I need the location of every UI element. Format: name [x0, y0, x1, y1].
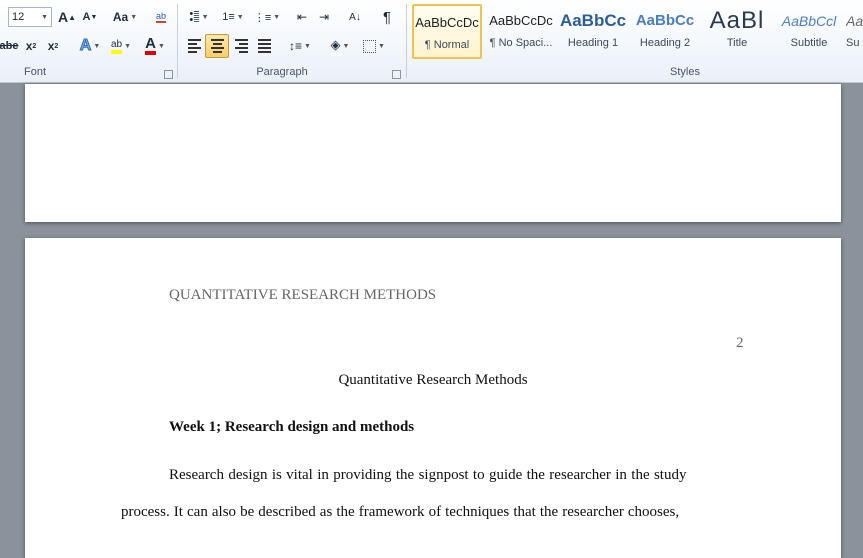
style-name: ¶ Normal [424, 39, 470, 51]
page-number: 2 [736, 335, 744, 351]
running-head: QUANTITATIVE RESEARCH METHODS [169, 287, 437, 303]
subscript-icon: x [25, 39, 33, 53]
show-formatting-marks-button[interactable]: ¶ [376, 6, 398, 28]
borders-button[interactable]: ▼ [360, 35, 388, 57]
chevron-down-icon: ▼ [378, 42, 385, 50]
justify-icon [257, 37, 271, 55]
increase-indent-icon: ⇥ [318, 10, 330, 24]
style-name: Heading 1 [567, 37, 619, 49]
page-2[interactable]: QUANTITATIVE RESEARCH METHODS 2 Quantita… [25, 238, 841, 558]
chevron-down-icon: ▼ [342, 42, 350, 50]
align-right-button[interactable] [230, 35, 252, 57]
subscript-button[interactable]: x2 [22, 35, 40, 57]
style-preview: AaBbCcl [781, 13, 837, 29]
style-name: Su [846, 37, 860, 49]
style-heading-2[interactable]: AaBbCc Heading 2 [630, 4, 700, 59]
font-size-value: 12 [12, 11, 25, 23]
shrink-font-button[interactable]: A ▼ [80, 6, 100, 28]
font-dialog-launcher[interactable] [164, 70, 173, 79]
bullets-icon: •≡ •≡ [189, 8, 200, 26]
line-spacing-button[interactable]: ↕≡ ▼ [286, 35, 314, 57]
paragraph-group-label: Paragraph [256, 66, 308, 78]
document-title: Quantitative Research Methods [338, 372, 528, 388]
style-name: ¶ No Spaci... [489, 37, 553, 49]
font-color-icon: A [145, 36, 156, 55]
strikethrough-button[interactable]: abe [0, 35, 18, 57]
shrink-font-icon: A [82, 11, 91, 23]
increase-indent-button[interactable]: ⇥ [314, 6, 334, 28]
chevron-down-icon: ▼ [41, 13, 48, 21]
font-size-combo[interactable]: 12 ▼ [8, 7, 52, 27]
style-normal[interactable]: AaBbCcDc ¶ Normal [412, 4, 482, 59]
style-preview: Aa [846, 13, 863, 29]
align-left-icon [187, 37, 201, 55]
numbering-button[interactable]: 1≡ ▼ [218, 6, 248, 28]
style-subtitle[interactable]: AaBbCcl Subtitle [774, 4, 844, 59]
paragraph-dialog-launcher[interactable] [392, 70, 401, 79]
clear-formatting-button[interactable]: ab [150, 6, 172, 28]
chevron-down-icon: ▼ [124, 42, 132, 50]
highlight-button[interactable]: ab ▼ [106, 35, 136, 57]
style-subtle-emphasis[interactable]: Aa Su [846, 4, 863, 59]
style-preview: AaBbCc [559, 11, 627, 30]
style-name: Title [726, 37, 748, 49]
style-name: Heading 2 [639, 37, 691, 49]
text-effects-icon: A [79, 37, 92, 55]
body-line-2: process. It can also be described as the… [121, 504, 680, 520]
change-case-icon: Aa [112, 10, 129, 24]
style-preview: AaBbCcDc [415, 15, 479, 30]
style-title[interactable]: AaBl Title [702, 4, 772, 59]
chevron-down-icon: ▼ [201, 13, 209, 21]
borders-icon [363, 39, 377, 53]
multilevel-list-button[interactable]: ⋮≡ ▼ [252, 6, 282, 28]
strikethrough-icon: abe [0, 40, 19, 52]
superscript-button[interactable]: x2 [44, 35, 62, 57]
align-center-button[interactable] [205, 34, 229, 58]
styles-gallery: AaBbCcDc ¶ Normal AaBbCcDc ¶ No Spaci...… [410, 2, 863, 64]
group-divider [406, 4, 407, 78]
justify-button[interactable] [253, 35, 275, 57]
chevron-down-icon: ▼ [273, 13, 281, 21]
chevron-down-icon: ▼ [157, 42, 165, 50]
superscript-icon: x [47, 39, 55, 53]
style-preview: AaBbCcDc [489, 13, 553, 28]
style-no-spacing[interactable]: AaBbCcDc ¶ No Spaci... [486, 4, 556, 59]
body-line-1: Research design is vital in providing th… [169, 467, 687, 483]
text-effects-button[interactable]: A ▼ [76, 35, 104, 57]
clear-formatting-icon: ab [155, 11, 166, 23]
decrease-indent-button[interactable]: ⇤ [292, 6, 312, 28]
shading-button[interactable]: ◈ ▼ [326, 35, 354, 57]
chevron-down-icon: ▼ [130, 13, 138, 21]
sort-icon: A↓ [349, 11, 361, 23]
align-center-icon [210, 37, 224, 55]
chevron-down-icon: ▼ [93, 42, 101, 50]
font-color-button[interactable]: A ▼ [140, 35, 170, 57]
section-heading: Week 1; Research design and methods [169, 419, 415, 435]
styles-group-label: Styles [670, 66, 700, 78]
grow-font-icon: A [57, 9, 69, 25]
pilcrow-icon: ¶ [382, 8, 392, 26]
align-left-button[interactable] [183, 35, 205, 57]
style-heading-1[interactable]: AaBbCc Heading 1 [558, 4, 628, 59]
style-preview: AaBl [709, 7, 765, 34]
grow-font-button[interactable]: A ▲ [56, 6, 78, 28]
change-case-button[interactable]: Aa ▼ [110, 6, 140, 28]
numbering-icon: 1≡ [222, 11, 235, 23]
bullets-button[interactable]: •≡ •≡ ▼ [184, 6, 214, 28]
multilevel-list-icon: ⋮≡ [253, 11, 272, 24]
page-1-bottom[interactable] [25, 84, 841, 222]
decrease-indent-icon: ⇤ [296, 10, 308, 24]
group-divider [177, 4, 178, 78]
paint-bucket-icon: ◈ [330, 37, 341, 56]
ribbon: 12 ▼ A ▲ A ▼ Aa ▼ ab abe x2 x2 A ▼ ab ▼ A ▼ Fo… [0, 0, 863, 83]
font-group-label: Font [23, 66, 46, 78]
sort-button[interactable]: A↓ [344, 6, 366, 28]
style-name: Subtitle [790, 37, 828, 49]
line-spacing-icon: ↕≡ [289, 39, 303, 53]
style-preview: AaBbCc [635, 12, 695, 29]
chevron-down-icon: ▼ [236, 13, 244, 21]
highlighter-icon: ab [110, 39, 123, 54]
align-right-icon [234, 37, 248, 55]
chevron-down-icon: ▼ [304, 42, 311, 50]
